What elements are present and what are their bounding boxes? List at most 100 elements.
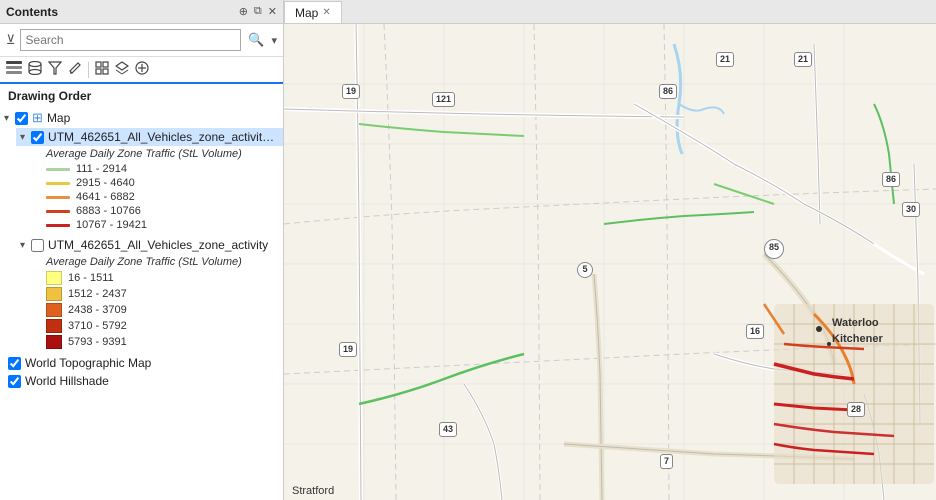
road-badge-21a: 21 <box>716 52 734 67</box>
road-badge-21b: 21 <box>794 52 812 67</box>
road-badge-5: 5 <box>577 262 593 278</box>
toolbar-row <box>0 57 283 84</box>
map-canvas[interactable]: Waterloo Kitchener Stratford 19 121 86 2… <box>284 24 936 500</box>
topo-checkbox[interactable] <box>8 357 21 370</box>
layer-row-line[interactable]: ▾ UTM_462651_All_Vehicles_zone_activity_… <box>16 128 283 146</box>
legend-label-3: 6883 - 10766 <box>76 205 141 217</box>
contents-panel: Contents ⊕ ⧉ ✕ ⊻ 🔍 ▾ <box>0 0 284 500</box>
map-tab-label: Map <box>295 6 318 20</box>
road-badge-19b: 19 <box>339 342 357 357</box>
legend-label-2: 4641 - 6882 <box>76 191 135 203</box>
toolbar-sep1 <box>88 62 89 78</box>
search-bar: ⊻ 🔍 ▾ <box>0 24 283 57</box>
map-layer-name: Map <box>47 111 70 125</box>
road-badge-86b: 86 <box>882 172 900 187</box>
poly-swatch-4 <box>46 335 62 349</box>
drawing-order-label: Drawing Order <box>0 84 283 106</box>
search-input[interactable] <box>20 29 242 51</box>
layer-list-icon[interactable] <box>6 61 22 78</box>
poly-legend-item-1: 1512 - 2437 <box>46 286 283 302</box>
polygon-layer-checkbox[interactable] <box>31 239 44 252</box>
legend-swatch-4 <box>46 224 70 227</box>
filter2-icon[interactable] <box>48 61 62 78</box>
layer-row-hillshade[interactable]: World Hillshade <box>0 372 283 390</box>
map-frame-icon: ⊞ <box>32 110 43 126</box>
poly-swatch-2 <box>46 303 62 317</box>
poly-swatch-1 <box>46 287 62 301</box>
pin-icon[interactable]: ⊕ <box>239 5 248 18</box>
poly-legend-label-4: 5793 - 9391 <box>68 336 127 348</box>
legend-item-3: 6883 - 10766 <box>46 204 283 218</box>
road-badge-85: 85 <box>764 239 784 259</box>
layer-row-map[interactable]: ▾ ⊞ Map <box>0 108 283 128</box>
topo-layer-name: World Topographic Map <box>25 356 151 370</box>
map-tab-bar: Map ✕ <box>284 0 936 24</box>
layers-container: ▾ ⊞ Map ▾ UTM_462651_All_Vehicles_zone_a… <box>0 106 283 500</box>
poly-legend-item-3: 3710 - 5792 <box>46 318 283 334</box>
hillshade-checkbox[interactable] <box>8 375 21 388</box>
expand-map-icon[interactable]: ▾ <box>4 113 9 124</box>
panel-header-icons: ⊕ ⧉ ✕ <box>239 5 277 18</box>
svg-text:Kitchener: Kitchener <box>832 333 883 345</box>
legend-item-2: 4641 - 6882 <box>46 190 283 204</box>
road-badge-121: 121 <box>432 92 455 107</box>
expand-polygon-icon[interactable]: ▾ <box>20 240 25 251</box>
legend-label-4: 10767 - 19421 <box>76 219 147 231</box>
map-area[interactable]: Map ✕ <box>284 0 936 500</box>
legend-label-0: 111 - 2914 <box>76 163 127 175</box>
road-badge-16: 16 <box>746 324 764 339</box>
legend-item-1: 2915 - 4640 <box>46 176 283 190</box>
poly-legend-item-4: 5793 - 9391 <box>46 334 283 350</box>
poly-legend-label-2: 2438 - 3709 <box>68 304 127 316</box>
legend-label-1: 2915 - 4640 <box>76 177 135 189</box>
legend-item-0: 111 - 2914 <box>46 162 283 176</box>
search-button[interactable]: 🔍 <box>245 32 267 48</box>
poly-legend-label-0: 16 - 1511 <box>68 272 114 284</box>
line-layer-group: ▾ UTM_462651_All_Vehicles_zone_activity_… <box>0 128 283 236</box>
float-icon[interactable]: ⧉ <box>254 5 262 18</box>
catalog-icon[interactable] <box>28 61 42 78</box>
panel-header: Contents ⊕ ⧉ ✕ <box>0 0 283 24</box>
road-badge-7: 7 <box>660 454 673 469</box>
svg-text:Stratford: Stratford <box>292 485 334 497</box>
legend-swatch-0 <box>46 168 70 171</box>
road-badge-19a: 19 <box>342 84 360 99</box>
legend-swatch-3 <box>46 210 70 213</box>
line-layer-name: UTM_462651_All_Vehicles_zone_activity_li… <box>48 130 279 144</box>
polygon-layer-name: UTM_462651_All_Vehicles_zone_activity <box>48 238 268 252</box>
add-layer-icon[interactable] <box>115 61 129 78</box>
svg-text:Waterloo: Waterloo <box>832 317 879 329</box>
poly-legend-item-0: 16 - 1511 <box>46 270 283 286</box>
map-svg: Waterloo Kitchener Stratford <box>284 24 936 500</box>
poly-swatch-0 <box>46 271 62 285</box>
layer-row-polygon[interactable]: ▾ UTM_462651_All_Vehicles_zone_activity <box>16 236 283 254</box>
road-badge-28: 28 <box>847 402 865 417</box>
road-badge-43: 43 <box>439 422 457 437</box>
line-layer-checkbox[interactable] <box>31 131 44 144</box>
legend-swatch-2 <box>46 196 70 199</box>
line-layer-legend: Average Daily Zone Traffic (StL Volume) … <box>16 146 283 236</box>
poly-legend-label-1: 1512 - 2437 <box>68 288 127 300</box>
polygon-layer-group: ▾ UTM_462651_All_Vehicles_zone_activity … <box>0 236 283 354</box>
expand-line-icon[interactable]: ▾ <box>20 132 25 143</box>
poly-legend-label-3: 3710 - 5792 <box>68 320 127 332</box>
layer-row-topo[interactable]: World Topographic Map <box>0 354 283 372</box>
filter-icon[interactable]: ⊻ <box>6 32 16 48</box>
map-checkbox[interactable] <box>15 112 28 125</box>
polygon-layer-legend: Average Daily Zone Traffic (StL Volume) … <box>16 254 283 354</box>
line-legend-title: Average Daily Zone Traffic (StL Volume) <box>46 146 283 162</box>
select-icon[interactable] <box>95 61 109 78</box>
poly-swatch-3 <box>46 319 62 333</box>
close-icon[interactable]: ✕ <box>268 5 277 18</box>
map-tab[interactable]: Map ✕ <box>284 1 342 23</box>
plus-icon[interactable] <box>135 61 149 78</box>
legend-item-4: 10767 - 19421 <box>46 218 283 232</box>
map-tab-close-icon[interactable]: ✕ <box>322 7 330 18</box>
hillshade-layer-name: World Hillshade <box>25 374 109 388</box>
road-badge-30: 30 <box>902 202 920 217</box>
poly-legend-item-2: 2438 - 3709 <box>46 302 283 318</box>
legend-swatch-1 <box>46 182 70 185</box>
edit-icon[interactable] <box>68 61 82 78</box>
search-dropdown-icon[interactable]: ▾ <box>271 34 277 47</box>
road-badge-86a: 86 <box>659 84 677 99</box>
